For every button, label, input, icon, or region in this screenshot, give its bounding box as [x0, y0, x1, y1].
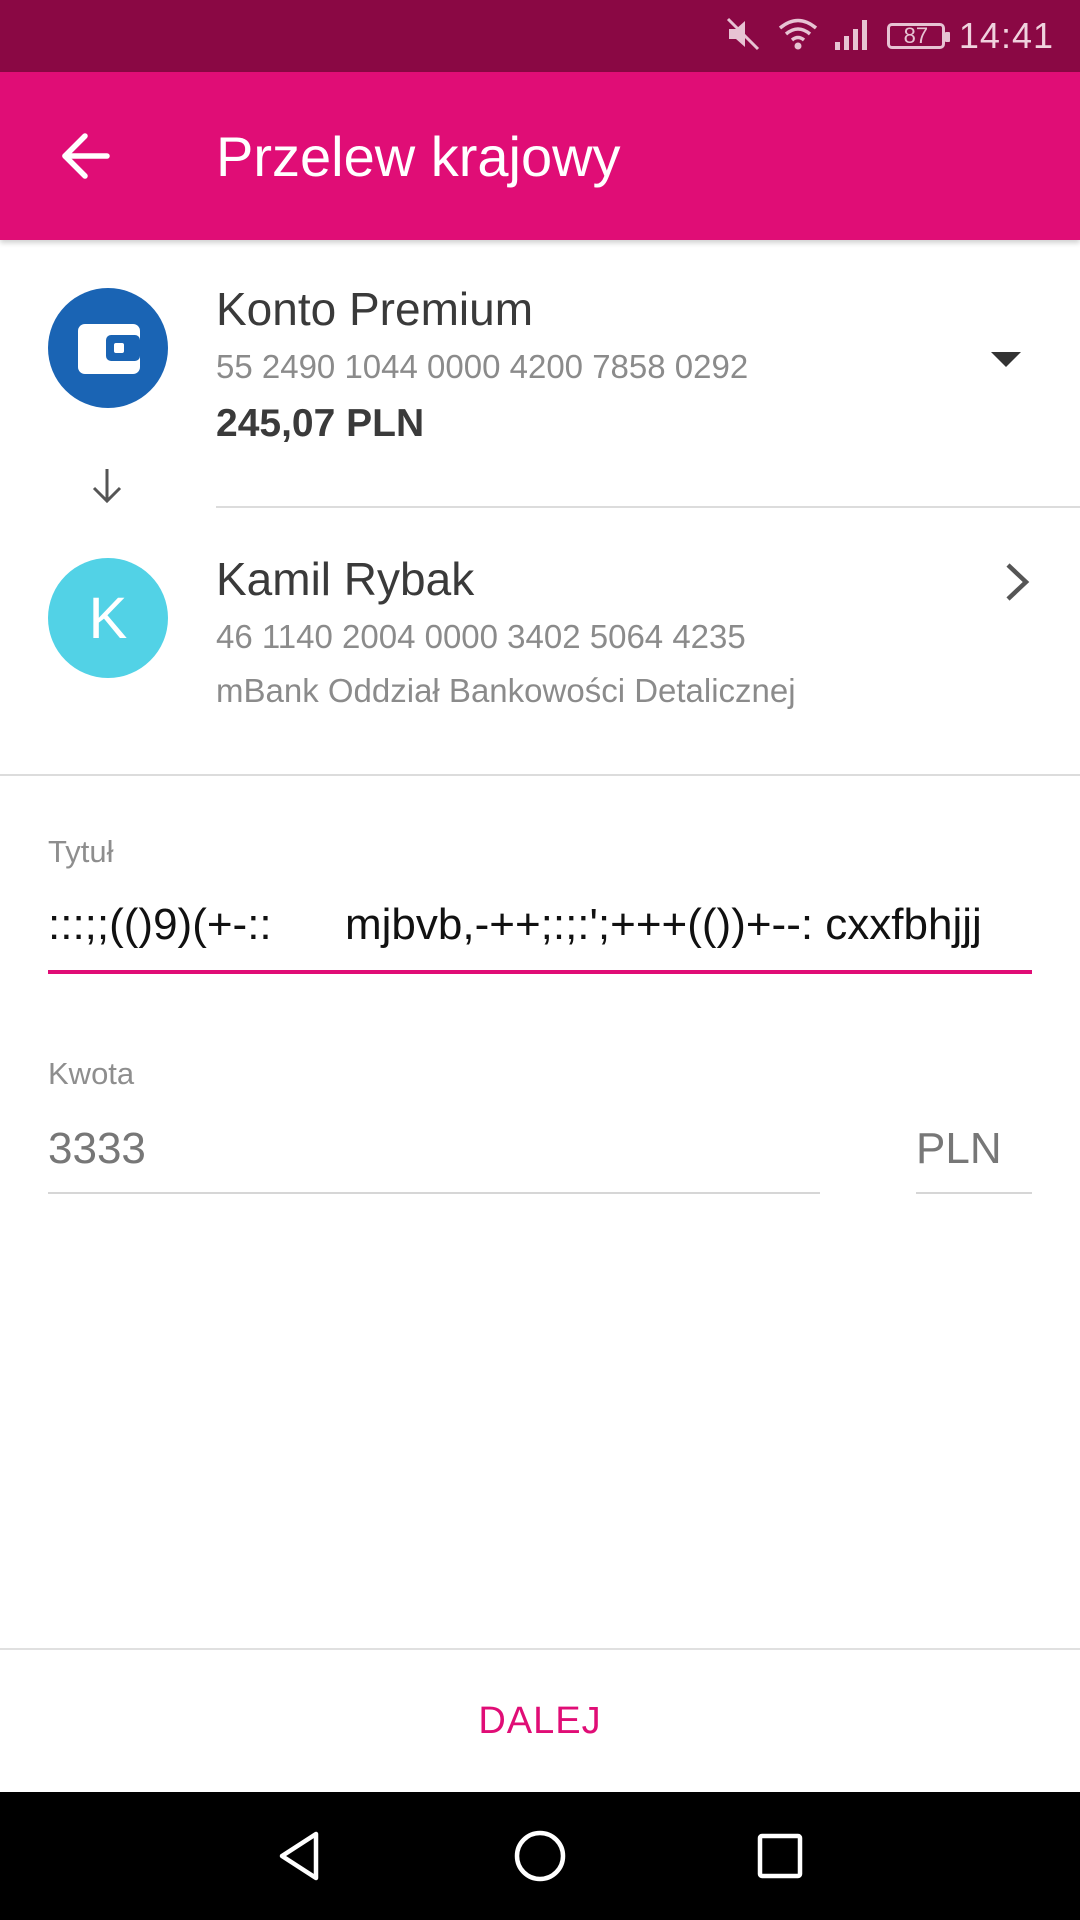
recipient-avatar: K: [48, 558, 168, 678]
back-button[interactable]: [52, 122, 120, 190]
arrow-left-icon: [62, 133, 110, 179]
caret-down-icon[interactable]: [990, 350, 1022, 375]
recents-square-icon: [757, 1833, 803, 1879]
nav-recents-button[interactable]: [740, 1816, 820, 1896]
battery-icon: 87: [886, 23, 950, 49]
status-icons: 87 14:41: [725, 0, 1054, 72]
source-account-balance: 245,07 PLN: [216, 402, 425, 445]
home-circle-icon: [514, 1830, 566, 1882]
source-account-number: 55 2490 1044 0000 4200 7858 0292: [216, 348, 749, 385]
section-divider: [0, 774, 1080, 776]
next-button[interactable]: DALEJ: [0, 1652, 1080, 1790]
chevron-right-icon[interactable]: [1000, 560, 1034, 609]
source-account-name: Konto Premium: [216, 283, 534, 335]
amount-input-underline: [48, 1192, 820, 1194]
amount-input[interactable]: 3333: [48, 1124, 146, 1174]
status-time: 14:41: [958, 15, 1054, 56]
wallet-icon: [78, 324, 140, 374]
battery-level: 87: [903, 23, 929, 48]
signal-icon: [833, 16, 873, 57]
mute-icon: [725, 16, 763, 57]
nav-back-button[interactable]: [260, 1816, 340, 1896]
bottom-divider: [0, 1648, 1080, 1650]
currency-underline: [916, 1192, 1032, 1194]
source-account-avatar: [48, 288, 168, 408]
title-label: Tytuł: [48, 834, 114, 869]
currency-select[interactable]: PLN: [916, 1124, 1002, 1174]
page-title: Przelew krajowy: [216, 125, 621, 188]
status-bar: 87 14:41: [0, 0, 1080, 72]
account-divider: [216, 506, 1080, 508]
navigation-bar: [0, 1792, 1080, 1920]
recipient-account-number: 46 1140 2004 0000 3402 5064 4235: [216, 618, 746, 655]
title-input[interactable]: :::;;(()9)(+-:: mjbvb,-++;:;:';+++(())+-…: [48, 900, 982, 950]
wifi-icon: [777, 16, 819, 57]
recipient-bank-name: mBank Oddział Bankowości Detalicznej: [216, 672, 796, 709]
back-triangle-icon: [279, 1831, 319, 1881]
title-input-underline: [48, 970, 1032, 974]
amount-label: Kwota: [48, 1056, 135, 1091]
nav-home-button[interactable]: [500, 1816, 580, 1896]
recipient-name: Kamil Rybak: [216, 553, 475, 605]
app-bar: Przelew krajowy: [0, 72, 1080, 240]
transfer-direction-arrow-icon: [88, 466, 126, 511]
